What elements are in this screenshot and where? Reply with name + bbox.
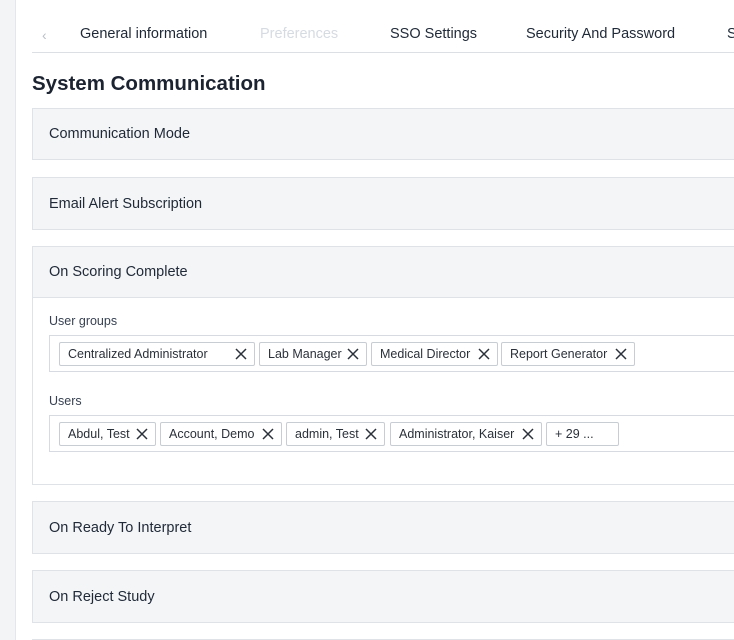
close-icon[interactable] bbox=[364, 427, 378, 441]
chip-user: Account, Demo bbox=[160, 422, 282, 446]
section-on-scoring-complete[interactable]: On Scoring Complete bbox=[32, 246, 734, 298]
close-icon[interactable] bbox=[477, 347, 491, 361]
chip-user: admin, Test bbox=[286, 422, 385, 446]
chip-label: Centralized Administrator bbox=[68, 347, 208, 361]
user-groups-label: User groups bbox=[49, 314, 118, 328]
close-icon[interactable] bbox=[234, 347, 248, 361]
chip-user: Administrator, Kaiser bbox=[390, 422, 542, 446]
section-title: On Scoring Complete bbox=[49, 264, 188, 280]
tab-sso-settings[interactable]: SSO Settings bbox=[390, 24, 477, 44]
chip-user-group: Lab Manager bbox=[259, 342, 367, 366]
on-scoring-complete-panel: User groups Centralized Administrator La… bbox=[32, 298, 734, 485]
user-groups-select[interactable]: Centralized Administrator Lab Manager Me… bbox=[49, 335, 734, 372]
chip-label: Administrator, Kaiser bbox=[399, 427, 515, 441]
chip-label: Abdul, Test bbox=[68, 427, 130, 441]
chip-label: Account, Demo bbox=[169, 427, 255, 441]
tab-general-information[interactable]: General information bbox=[80, 24, 207, 44]
settings-tab-bar: ‹ General information Preferences SSO Se… bbox=[32, 0, 734, 53]
section-title: On Reject Study bbox=[49, 588, 155, 605]
chip-user-group: Report Generator bbox=[501, 342, 635, 366]
tab-preferences: Preferences bbox=[260, 26, 339, 42]
section-title: On Ready To Interpret bbox=[49, 519, 192, 536]
chip-user: Abdul, Test bbox=[59, 422, 156, 446]
section-on-reject-study[interactable]: On Reject Study bbox=[32, 570, 734, 623]
section-communication-mode[interactable]: Communication Mode bbox=[32, 108, 734, 160]
chip-label: admin, Test bbox=[295, 427, 359, 441]
close-icon[interactable] bbox=[346, 347, 360, 361]
page-title: System Communication bbox=[32, 72, 266, 95]
section-title: Email Alert Subscription bbox=[49, 195, 203, 212]
section-email-alert-subscription[interactable]: Email Alert Subscription bbox=[32, 177, 734, 230]
close-icon[interactable] bbox=[261, 427, 275, 441]
close-icon[interactable] bbox=[521, 427, 535, 441]
chip-label: Report Generator bbox=[510, 347, 608, 361]
more-users-chip[interactable]: + 29 ... bbox=[546, 422, 619, 446]
chip-user-group: Centralized Administrator bbox=[59, 342, 255, 366]
tab-truncated[interactable]: S bbox=[727, 24, 734, 44]
chip-label: + 29 ... bbox=[555, 427, 594, 441]
tab-security-and-password[interactable]: Security And Password bbox=[526, 24, 675, 44]
chevron-left-icon[interactable]: ‹ bbox=[42, 26, 56, 44]
chip-label: Medical Director bbox=[380, 347, 471, 361]
users-label: Users bbox=[49, 394, 82, 408]
section-on-ready-to-interpret[interactable]: On Ready To Interpret bbox=[32, 501, 734, 554]
chip-label: Lab Manager bbox=[268, 347, 342, 361]
section-title: Communication Mode bbox=[49, 126, 191, 142]
chip-user-group: Medical Director bbox=[371, 342, 498, 366]
close-icon[interactable] bbox=[614, 347, 628, 361]
users-select[interactable]: Abdul, Test Account, Demo admin, Test Ad… bbox=[49, 415, 734, 452]
close-icon[interactable] bbox=[135, 427, 149, 441]
left-gutter bbox=[0, 0, 16, 640]
